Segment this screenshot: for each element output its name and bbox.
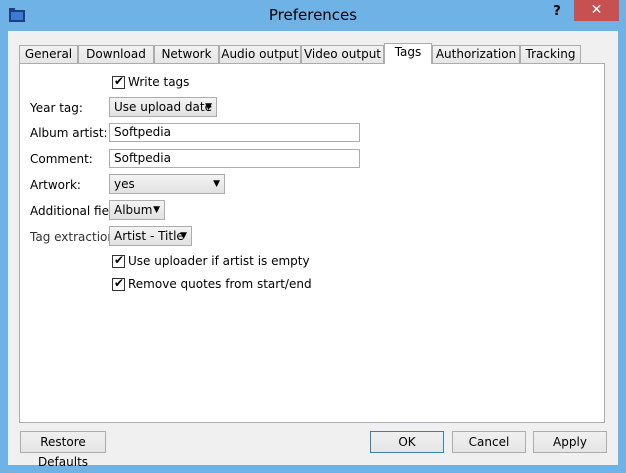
- artwork-value: yes: [114, 177, 135, 191]
- checkmark-icon: ✔: [114, 253, 125, 267]
- year-tag-value: Use upload date: [114, 100, 212, 114]
- tab-network[interactable]: Network: [154, 45, 219, 63]
- comment-field[interactable]: Softpedia: [109, 149, 360, 168]
- remove-quotes-label: Remove quotes from start/end: [128, 277, 312, 291]
- additional-field-select[interactable]: Album ▼: [109, 200, 165, 220]
- use-uploader-label: Use uploader if artist is empty: [128, 254, 310, 268]
- artwork-label: Artwork:: [30, 178, 81, 192]
- apply-button[interactable]: Apply: [533, 431, 607, 453]
- chevron-down-icon: ▼: [213, 179, 220, 189]
- use-uploader-checkbox[interactable]: ✔: [112, 253, 125, 268]
- checkmark-icon: ✔: [114, 74, 125, 88]
- write-tags-checkbox[interactable]: ✔: [112, 74, 125, 89]
- dialog-body: General Download Network Audio output Vi…: [8, 31, 618, 469]
- comment-label: Comment:: [30, 152, 93, 166]
- tab-tags[interactable]: Tags: [384, 43, 432, 64]
- artwork-select[interactable]: yes ▼: [109, 174, 225, 194]
- close-button[interactable]: ✕: [574, 0, 619, 21]
- checkmark-icon: ✔: [114, 276, 125, 290]
- tab-general[interactable]: General: [19, 45, 78, 63]
- tag-extraction-value: Artist - Title: [114, 229, 184, 243]
- tag-extraction-select[interactable]: Artist - Title ▼: [109, 226, 192, 246]
- tab-video-output[interactable]: Video output: [301, 45, 384, 63]
- album-artist-field[interactable]: Softpedia: [109, 123, 360, 142]
- tag-extraction-label: Tag extraction:: [30, 230, 120, 244]
- preferences-window: Preferences ? ✕ General Download Network…: [0, 0, 626, 473]
- remove-quotes-checkbox[interactable]: ✔: [112, 276, 125, 291]
- restore-defaults-button[interactable]: Restore Defaults: [20, 431, 106, 469]
- write-tags-label: Write tags: [128, 75, 190, 89]
- chevron-down-icon: ▼: [180, 231, 187, 241]
- year-tag-label: Year tag:: [30, 101, 83, 115]
- album-artist-label: Album artist:: [30, 126, 108, 140]
- chevron-down-icon: ▼: [205, 102, 212, 112]
- ok-button[interactable]: OK: [370, 431, 444, 453]
- tab-authorization[interactable]: Authorization: [432, 45, 520, 63]
- tab-download[interactable]: Download: [78, 45, 154, 63]
- title-bar[interactable]: Preferences ? ✕: [0, 0, 626, 32]
- help-button[interactable]: ?: [544, 2, 570, 22]
- additional-field-value: Album: [114, 203, 153, 217]
- chevron-down-icon: ▼: [153, 205, 160, 215]
- window-title: Preferences: [268, 6, 358, 24]
- year-tag-select[interactable]: Use upload date ▼: [109, 97, 217, 117]
- tab-audio-output[interactable]: Audio output: [219, 45, 301, 63]
- tab-tracking[interactable]: Tracking: [520, 45, 581, 63]
- tags-panel: ✔ Write tags Year tag: Use upload date ▼…: [19, 63, 605, 423]
- cancel-button[interactable]: Cancel: [452, 431, 526, 453]
